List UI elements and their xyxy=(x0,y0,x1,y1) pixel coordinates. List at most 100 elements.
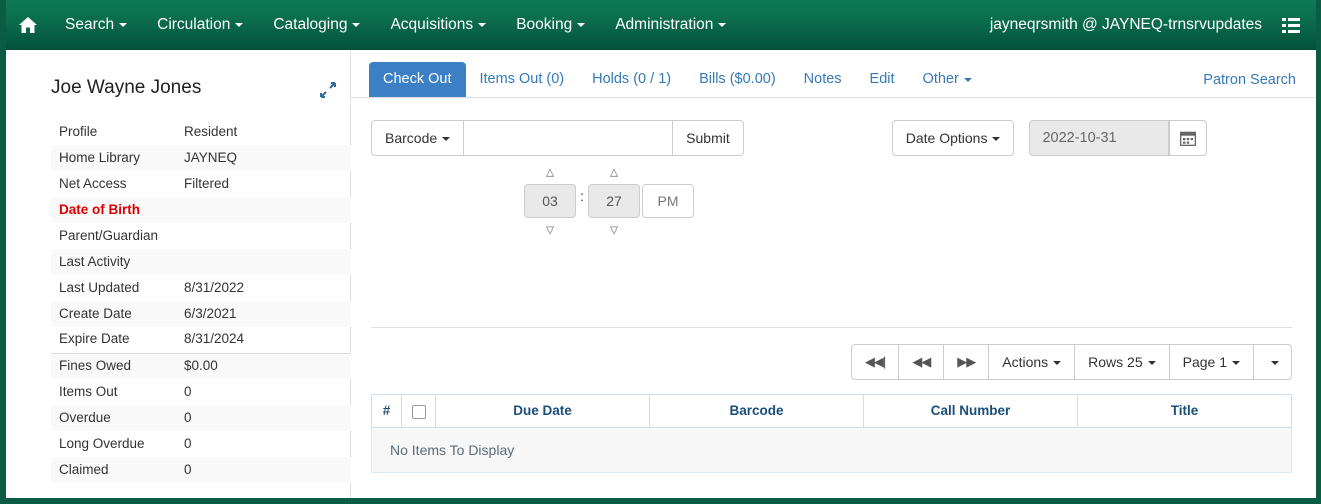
collapse-arrows-icon[interactable] xyxy=(320,78,336,103)
table-empty-row: No Items To Display xyxy=(371,426,1292,473)
row-value: 6/3/2021 xyxy=(184,305,237,321)
chevron-down-icon xyxy=(478,23,487,27)
grid-pagination-group: ◀◀| ◀◀ ▶▶ Actions Rows 25 Page 1 xyxy=(850,344,1292,381)
table-row: Home Library JAYNEQ xyxy=(51,145,351,171)
grid-toolbar: ◀◀| ◀◀ ▶▶ Actions Rows 25 Page 1 xyxy=(371,344,1292,381)
nav-item-booking[interactable]: Booking xyxy=(501,0,600,50)
barcode-input[interactable] xyxy=(464,120,673,157)
tab-bills[interactable]: Bills ($0.00) xyxy=(685,62,790,97)
chevron-down-icon xyxy=(718,23,727,27)
home-icon[interactable] xyxy=(6,0,50,50)
row-value: $0.00 xyxy=(184,357,218,373)
due-time-picker: ▵ ▿ : ▵ ▿ PM xyxy=(523,162,1292,240)
chevron-down-icon xyxy=(577,23,586,27)
page-selector-dropdown[interactable]: Page 1 xyxy=(1168,344,1254,381)
tab-items-out[interactable]: Items Out (0) xyxy=(466,62,579,97)
previous-page-icon[interactable]: ◀◀ xyxy=(898,344,945,381)
chevron-up-icon[interactable]: ▵ xyxy=(610,162,619,182)
items-table: # Due Date Barcode Call Number Title No … xyxy=(371,394,1292,473)
next-page-icon[interactable]: ▶▶ xyxy=(943,344,990,381)
tab-label: Items Out (0) xyxy=(479,71,565,88)
patron-name: Joe Wayne Jones xyxy=(51,77,202,98)
patron-search-link[interactable]: Patron Search xyxy=(1193,63,1296,97)
nav-item-label: Booking xyxy=(516,16,573,33)
tab-holds[interactable]: Holds (0 / 1) xyxy=(578,62,685,97)
row-label: Items Out xyxy=(59,383,118,399)
chevron-up-icon[interactable]: ▵ xyxy=(546,162,555,182)
nav-item-cataloging[interactable]: Cataloging xyxy=(258,0,375,50)
row-value: 0 xyxy=(184,409,192,425)
table-row: Fines Owed $0.00 xyxy=(51,353,351,379)
row-label: Expire Date xyxy=(51,327,176,354)
actions-dropdown[interactable]: Actions xyxy=(988,344,1076,381)
column-header-due-date[interactable]: Due Date xyxy=(435,394,650,428)
table-row: Last Updated 8/31/2022 xyxy=(51,275,351,301)
patron-tab-bar: Check Out Items Out (0) Holds (0 / 1) Bi… xyxy=(351,50,1316,98)
list-menu-icon[interactable] xyxy=(1276,0,1306,50)
row-value: 0 xyxy=(184,461,192,477)
barcode-type-dropdown[interactable]: Barcode xyxy=(371,120,465,157)
tab-label: Holds (0 / 1) xyxy=(592,71,672,88)
table-row: Last Activity xyxy=(51,249,351,275)
nav-item-label: Circulation xyxy=(157,16,231,33)
row-label: Last Activity xyxy=(59,253,131,269)
chevron-down-icon xyxy=(963,77,972,82)
due-date-input[interactable] xyxy=(1029,120,1170,157)
first-page-icon[interactable]: ◀◀| xyxy=(850,344,900,381)
tab-check-out[interactable]: Check Out xyxy=(369,62,466,97)
calendar-icon[interactable] xyxy=(1169,120,1208,157)
column-header-call-number[interactable]: Call Number xyxy=(863,394,1078,428)
meridiem-toggle-button[interactable]: PM xyxy=(642,184,694,219)
nav-item-circulation[interactable]: Circulation xyxy=(142,0,258,50)
current-user-label: jayneqrsmith @ JAYNEQ-trnsrvupdates xyxy=(989,16,1262,33)
submit-button[interactable]: Submit xyxy=(672,120,744,157)
tab-other[interactable]: Other xyxy=(909,62,986,97)
barcode-type-label: Barcode xyxy=(385,130,438,146)
chevron-down-icon xyxy=(119,23,128,27)
chevron-down-icon xyxy=(1147,361,1156,366)
table-row: Create Date 6/3/2021 xyxy=(51,301,351,327)
hour-input[interactable] xyxy=(524,184,576,219)
chevron-down-icon xyxy=(235,23,244,27)
date-options-dropdown[interactable]: Date Options xyxy=(891,120,1015,157)
rows-per-page-dropdown[interactable]: Rows 25 xyxy=(1074,344,1170,381)
check-out-form: Barcode Submit Date Options 2022-10-31 ▵… xyxy=(351,98,1316,240)
nav-item-search[interactable]: Search xyxy=(50,0,142,50)
page-body: Joe Wayne Jones Profile Resident Home Li… xyxy=(6,50,1316,498)
grid-extra-menu-button[interactable] xyxy=(1253,344,1292,381)
empty-message: No Items To Display xyxy=(371,426,1292,473)
select-all-checkbox[interactable] xyxy=(411,404,426,419)
actions-label: Actions xyxy=(1002,354,1049,370)
chevron-down-icon[interactable]: ▿ xyxy=(546,220,555,240)
row-value: 8/31/2024 xyxy=(176,327,351,354)
table-row: Net Access Filtered xyxy=(51,171,351,197)
table-row: Expire Date 8/31/2024 xyxy=(51,327,351,354)
chevron-down-icon xyxy=(1053,361,1062,366)
nav-item-acquisitions[interactable]: Acquisitions xyxy=(375,0,501,50)
tab-edit[interactable]: Edit xyxy=(856,62,909,97)
due-date-row: Date Options xyxy=(891,120,1208,157)
row-label: Fines Owed xyxy=(59,357,132,373)
table-header-row: # Due Date Barcode Call Number Title xyxy=(371,394,1292,428)
row-label: Create Date xyxy=(59,305,132,321)
row-label: Net Access xyxy=(59,175,127,191)
patron-main-pane: Check Out Items Out (0) Holds (0 / 1) Bi… xyxy=(351,50,1316,498)
nav-item-administration[interactable]: Administration xyxy=(600,0,741,50)
caret-down-icon xyxy=(1271,361,1279,366)
date-options-label: Date Options xyxy=(905,130,988,146)
minute-input[interactable] xyxy=(588,184,640,219)
table-row: Long Overdue 0 xyxy=(51,431,351,457)
tab-label: Notes xyxy=(803,71,842,88)
patron-summary-sidebar: Joe Wayne Jones Profile Resident Home Li… xyxy=(6,50,351,498)
column-header-index[interactable]: # xyxy=(371,394,402,428)
nav-item-label: Cataloging xyxy=(273,16,348,33)
barcode-input-group: Barcode Submit xyxy=(371,120,744,157)
checkout-controls-row: Barcode Submit Date Options xyxy=(371,120,1292,157)
top-navigation-bar: Search Circulation Cataloging Acquisitio… xyxy=(6,0,1316,50)
column-header-select-all xyxy=(401,394,436,428)
chevron-down-icon[interactable]: ▿ xyxy=(610,220,619,240)
column-header-barcode[interactable]: Barcode xyxy=(649,394,864,428)
tab-notes[interactable]: Notes xyxy=(790,62,856,97)
rows-label: Rows 25 xyxy=(1088,354,1143,370)
column-header-title[interactable]: Title xyxy=(1077,394,1292,428)
